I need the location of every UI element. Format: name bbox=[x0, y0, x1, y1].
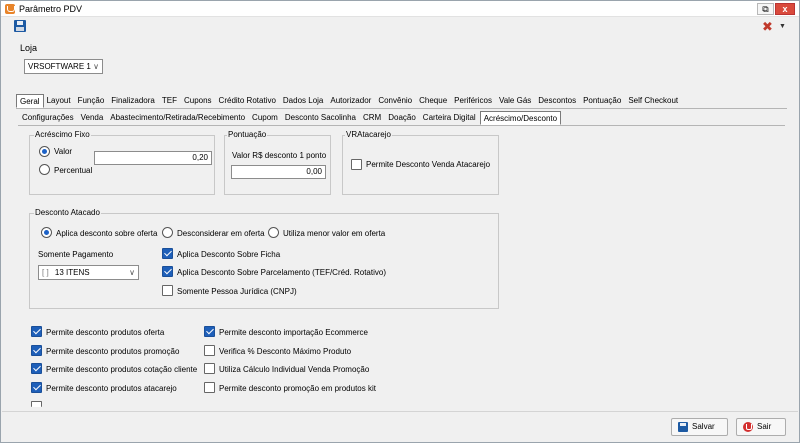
desconsiderar-oferta-radio[interactable] bbox=[162, 227, 173, 238]
tools-icon[interactable]: ✖ bbox=[762, 20, 773, 33]
main-window: Parâmetro PDV ⧉ x ✖ ▼ Loja VRSOFTWARE 1 … bbox=[0, 0, 800, 443]
save-button-label: Salvar bbox=[692, 422, 715, 431]
subtab-configuracoes[interactable]: Configurações bbox=[19, 111, 78, 125]
somente-pessoa-juridica-label: Somente Pessoa Jurídica (CNPJ) bbox=[177, 287, 297, 296]
subtab-crm[interactable]: CRM bbox=[360, 111, 385, 125]
somente-pessoa-juridica-checkbox[interactable] bbox=[162, 285, 173, 296]
chevron-down-icon: ∨ bbox=[129, 268, 135, 277]
bottom-bar: Salvar Sair bbox=[2, 411, 798, 442]
calculo-individual-label: Utiliza Cálculo Individual Venda Promoçã… bbox=[219, 365, 370, 374]
promocao-kit-checkbox[interactable] bbox=[204, 382, 215, 393]
main-tab-divider bbox=[16, 108, 787, 109]
desconto-atacarejo-label: Permite desconto produtos atacarejo bbox=[46, 384, 177, 393]
exit-button[interactable]: Sair bbox=[736, 418, 786, 436]
loja-select[interactable]: VRSOFTWARE 1 ∨ bbox=[24, 59, 103, 74]
desconto-oferta-checkbox[interactable] bbox=[31, 326, 42, 337]
toolbar: ✖ ▼ bbox=[2, 18, 798, 38]
save-button[interactable]: Salvar bbox=[671, 418, 728, 436]
tab-funcao[interactable]: Função bbox=[75, 94, 109, 108]
sub-tab-divider bbox=[18, 125, 785, 126]
tab-convenio[interactable]: Convênio bbox=[375, 94, 416, 108]
promocao-kit-label: Permite desconto promoção em produtos ki… bbox=[219, 384, 376, 393]
desconsiderar-oferta-label: Desconsiderar em oferta bbox=[177, 229, 265, 238]
pagamento-brackets: [ ] bbox=[42, 268, 49, 277]
desconto-promocao-label: Permite desconto produtos promoção bbox=[46, 347, 180, 356]
close-button[interactable]: x bbox=[775, 3, 795, 15]
main-tab-bar: Geral Layout Função Finalizadora TEF Cup… bbox=[16, 94, 682, 108]
pontuacao-label: Valor R$ desconto 1 ponto bbox=[232, 151, 327, 160]
tab-dados-loja[interactable]: Dados Loja bbox=[280, 94, 327, 108]
somente-pagamento-label: Somente Pagamento bbox=[38, 250, 114, 259]
desconto-cotacao-checkbox[interactable] bbox=[31, 363, 42, 374]
aplica-desconto-oferta-label: Aplica desconto sobre oferta bbox=[56, 229, 158, 238]
chevron-down-icon[interactable]: ▼ bbox=[779, 23, 786, 30]
chevron-down-icon: ∨ bbox=[93, 62, 99, 71]
acrescimo-valor-field[interactable]: 0,20 bbox=[94, 151, 212, 165]
desconto-maximo-checkbox[interactable] bbox=[204, 345, 215, 356]
tab-geral[interactable]: Geral bbox=[16, 94, 44, 108]
window-title: Parâmetro PDV bbox=[19, 4, 83, 14]
percentual-radio[interactable] bbox=[39, 164, 50, 175]
pontuacao-title: Pontuação bbox=[227, 130, 268, 139]
tab-vale-gas[interactable]: Vale Gás bbox=[496, 94, 535, 108]
pontuacao-value-field[interactable]: 0,00 bbox=[231, 165, 326, 179]
aplica-desconto-oferta-radio[interactable] bbox=[41, 227, 52, 238]
pagamento-selected-value: 13 ITENS bbox=[54, 268, 90, 277]
exit-icon bbox=[743, 422, 753, 432]
tab-perifericos[interactable]: Periféricos bbox=[451, 94, 496, 108]
desconto-maximo-label: Verifica % Desconto Máximo Produto bbox=[219, 347, 352, 356]
menor-valor-oferta-label: Utiliza menor valor em oferta bbox=[283, 229, 386, 238]
aplica-desconto-ficha-checkbox[interactable] bbox=[162, 248, 173, 259]
tab-layout[interactable]: Layout bbox=[44, 94, 75, 108]
title-bar: Parâmetro PDV ⧉ x bbox=[1, 1, 799, 17]
subtab-desconto-sacolinha[interactable]: Desconto Sacolinha bbox=[282, 111, 360, 125]
aplica-desconto-ficha-label: Aplica Desconto Sobre Ficha bbox=[177, 250, 281, 259]
app-icon bbox=[5, 4, 15, 14]
percentual-label: Percentual bbox=[54, 166, 93, 175]
save-icon[interactable] bbox=[14, 20, 26, 32]
menor-valor-oferta-radio[interactable] bbox=[268, 227, 279, 238]
floppy-icon bbox=[678, 422, 688, 432]
tab-tef[interactable]: TEF bbox=[159, 94, 181, 108]
subtab-doacao[interactable]: Doação bbox=[385, 111, 420, 125]
tab-descontos[interactable]: Descontos bbox=[535, 94, 580, 108]
desconto-oferta-label: Permite desconto produtos oferta bbox=[46, 328, 165, 337]
valor-radio[interactable] bbox=[39, 146, 50, 157]
subtab-cupom[interactable]: Cupom bbox=[249, 111, 282, 125]
tab-self-checkout[interactable]: Self Checkout bbox=[625, 94, 682, 108]
permite-desconto-atacarejo-label: Permite Desconto Venda Atacarejo bbox=[366, 160, 491, 169]
aplica-desconto-parcelamento-label: Aplica Desconto Sobre Parcelamento (TEF/… bbox=[177, 268, 386, 277]
subtab-abastecimento[interactable]: Abastecimento/Retirada/Recebimento bbox=[107, 111, 249, 125]
sub-tab-bar: Configurações Venda Abastecimento/Retira… bbox=[19, 111, 562, 125]
valor-label: Valor bbox=[54, 147, 73, 156]
desconto-cotacao-label: Permite desconto produtos cotação client… bbox=[46, 365, 198, 374]
tab-finalizadora[interactable]: Finalizadora bbox=[108, 94, 159, 108]
subtab-carteira-digital[interactable]: Carteira Digital bbox=[420, 111, 480, 125]
aplica-desconto-parcelamento-checkbox[interactable] bbox=[162, 266, 173, 277]
tab-autorizador[interactable]: Autorizador bbox=[327, 94, 375, 108]
partial-checkbox[interactable] bbox=[31, 401, 42, 407]
loja-label: Loja bbox=[20, 43, 38, 53]
vraatacarejo-title: VRAtacarejo bbox=[345, 130, 392, 139]
calculo-individual-checkbox[interactable] bbox=[204, 363, 215, 374]
exit-button-label: Sair bbox=[757, 422, 772, 431]
tab-credito-rotativo[interactable]: Crédito Rotativo bbox=[216, 94, 280, 108]
tab-pontuacao[interactable]: Pontuação bbox=[580, 94, 625, 108]
permite-desconto-atacarejo-checkbox[interactable] bbox=[351, 159, 362, 170]
desconto-atacado-title: Desconto Atacado bbox=[34, 208, 101, 217]
tab-cupons[interactable]: Cupons bbox=[181, 94, 216, 108]
pagamento-select[interactable]: [ ] 13 ITENS ∨ bbox=[38, 265, 139, 280]
tab-cheque[interactable]: Cheque bbox=[416, 94, 451, 108]
acrescimo-fixo-title: Acréscimo Fixo bbox=[34, 130, 91, 139]
subtab-venda[interactable]: Venda bbox=[78, 111, 108, 125]
desconto-ecommerce-checkbox[interactable] bbox=[204, 326, 215, 337]
desconto-atacarejo-checkbox[interactable] bbox=[31, 382, 42, 393]
desconto-ecommerce-label: Permite desconto importação Ecommerce bbox=[219, 328, 368, 337]
loja-selected-value: VRSOFTWARE 1 bbox=[28, 62, 91, 71]
restore-button[interactable]: ⧉ bbox=[757, 3, 774, 15]
desconto-promocao-checkbox[interactable] bbox=[31, 345, 42, 356]
acrescimo-fixo-group bbox=[29, 135, 215, 195]
subtab-acrescimo-desconto[interactable]: Acréscimo/Desconto bbox=[479, 111, 562, 125]
